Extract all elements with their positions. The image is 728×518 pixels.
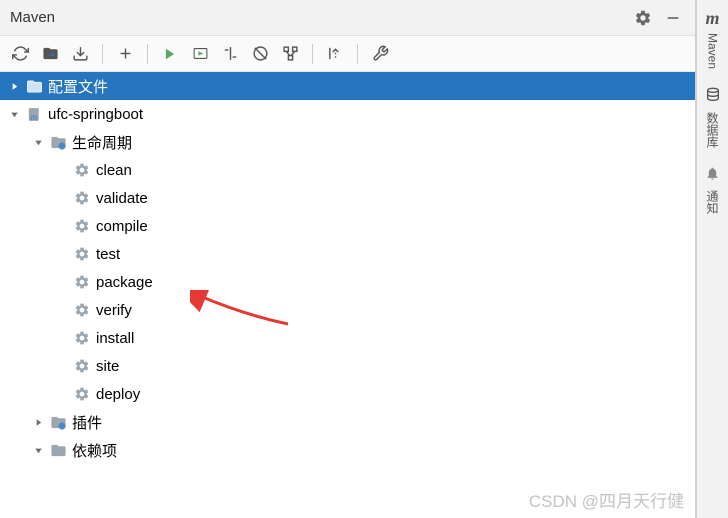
node-label: package [96,274,153,291]
folder-icon [48,440,68,460]
database-icon [705,87,721,108]
profiles-node[interactable]: 配置文件 [0,72,695,100]
run-icon[interactable] [156,40,184,68]
phase-install[interactable]: install [0,324,695,352]
node-label: site [96,358,119,375]
gear-icon [72,356,92,376]
maven-panel: Maven 配置文件 m [0,0,696,518]
node-label: verify [96,302,132,319]
node-label: 配置文件 [48,76,108,97]
show-dependencies-icon[interactable] [276,40,304,68]
chevron-right-icon[interactable] [28,412,48,432]
side-tab-notify[interactable]: 通知 [704,166,721,214]
gear-icon [72,216,92,236]
side-tab-maven[interactable]: m Maven [705,8,719,69]
reload-icon[interactable] [6,40,34,68]
phase-validate[interactable]: validate [0,184,695,212]
minimize-icon[interactable] [661,6,685,30]
toggle-offline-icon[interactable] [246,40,274,68]
run-config-icon[interactable] [186,40,214,68]
chevron-right-icon[interactable] [4,76,24,96]
node-label: clean [96,162,132,179]
phase-test[interactable]: test [0,240,695,268]
side-tab-label: 数据库 [704,112,721,148]
toolbar [0,36,695,72]
folder-icon [24,76,44,96]
phase-compile[interactable]: compile [0,212,695,240]
maven-settings-icon[interactable] [366,40,394,68]
bell-icon [705,166,720,186]
chevron-down-icon[interactable] [28,440,48,460]
separator [357,44,358,64]
chevron-down-icon[interactable] [4,104,24,124]
side-tab-label: 通知 [704,190,721,214]
generate-sources-icon[interactable] [36,40,64,68]
node-label: deploy [96,386,140,403]
toggle-skip-tests-icon[interactable] [216,40,244,68]
separator [312,44,313,64]
side-tab-label: Maven [705,33,719,69]
dependencies-node[interactable]: 依赖项 [0,436,695,464]
phase-clean[interactable]: clean [0,156,695,184]
add-icon[interactable] [111,40,139,68]
phase-verify[interactable]: verify [0,296,695,324]
title-bar: Maven [0,0,695,36]
node-label: install [96,330,134,347]
plugins-node[interactable]: 插件 [0,408,695,436]
download-icon[interactable] [66,40,94,68]
node-label: validate [96,190,148,207]
side-tab-database[interactable]: 数据库 [704,87,721,148]
gear-icon [72,160,92,180]
node-label: ufc-springboot [48,106,143,123]
gear-icon [72,272,92,292]
gear-icon [72,384,92,404]
settings-icon[interactable] [631,6,655,30]
project-node[interactable]: m ufc-springboot [0,100,695,128]
collapse-all-icon[interactable] [321,40,349,68]
gear-icon [72,328,92,348]
node-label: 插件 [72,412,102,433]
gear-icon [72,300,92,320]
svg-text:m: m [30,113,37,122]
phase-deploy[interactable]: deploy [0,380,695,408]
side-tab-strip: m Maven 数据库 通知 [696,0,728,518]
project-tree: 配置文件 m ufc-springboot 生命周期 clean validat… [0,72,695,518]
module-icon: m [24,104,44,124]
phase-site[interactable]: site [0,352,695,380]
phase-package[interactable]: package [0,268,695,296]
separator [102,44,103,64]
lifecycle-node[interactable]: 生命周期 [0,128,695,156]
node-label: 生命周期 [72,132,132,153]
node-label: compile [96,218,148,235]
gear-icon [72,188,92,208]
gear-icon [72,244,92,264]
folder-gear-icon [48,132,68,152]
node-label: test [96,246,120,263]
maven-icon: m [705,8,719,29]
node-label: 依赖项 [72,440,117,461]
panel-title: Maven [10,9,625,26]
separator [147,44,148,64]
chevron-down-icon[interactable] [28,132,48,152]
folder-gear-icon [48,412,68,432]
